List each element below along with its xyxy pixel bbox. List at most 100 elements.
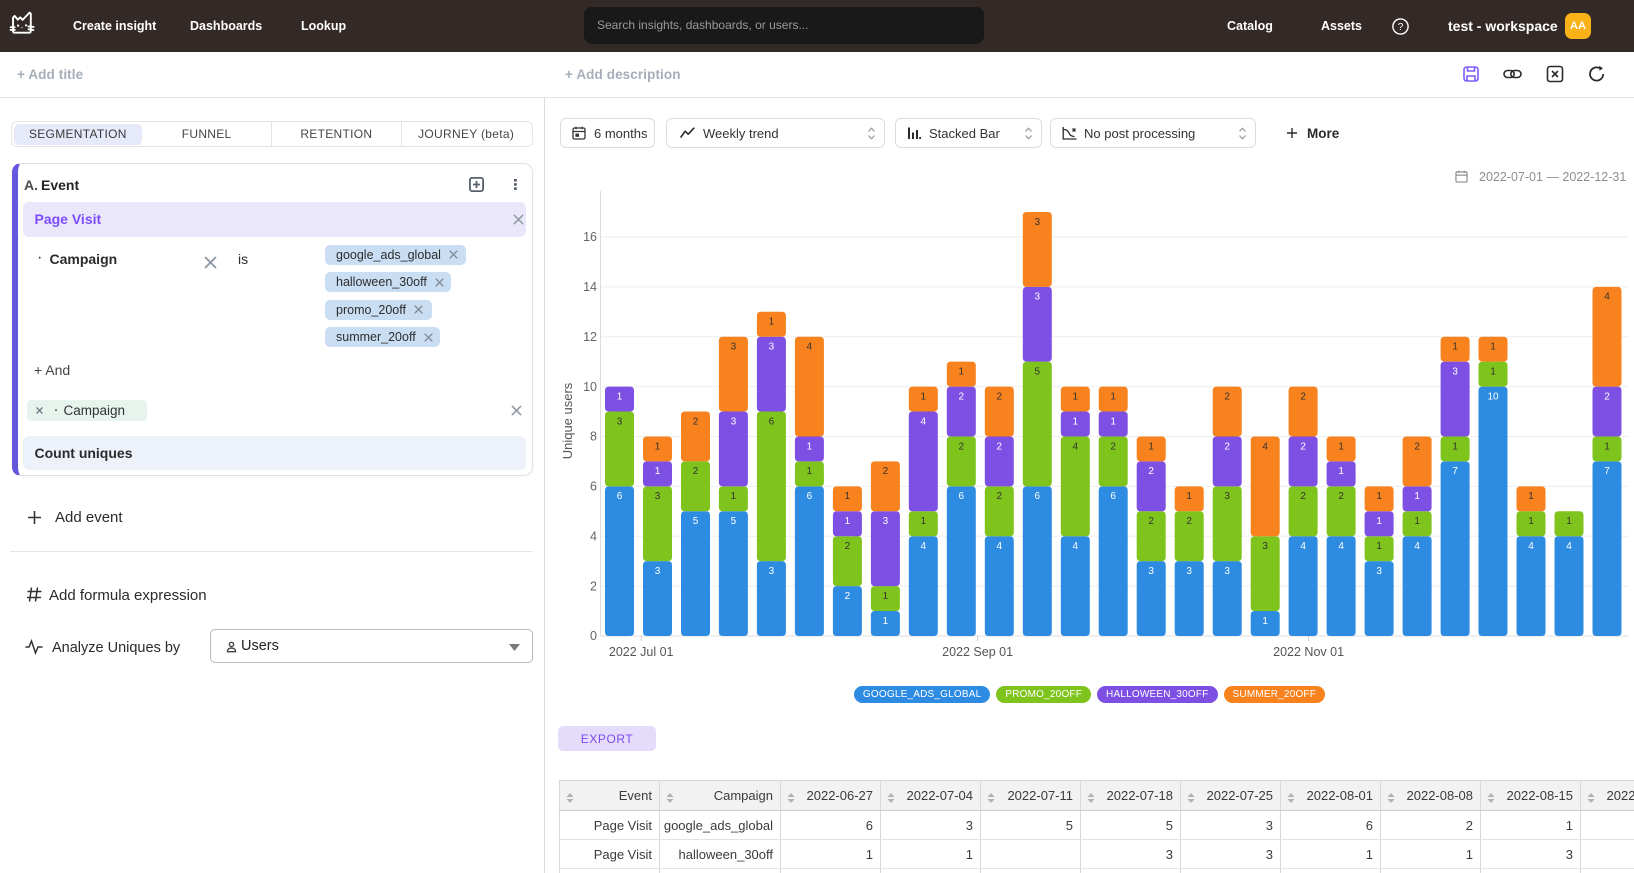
svg-text:4: 4 <box>997 541 1003 552</box>
svg-text:1: 1 <box>1148 441 1154 452</box>
svg-text:1: 1 <box>1376 541 1382 552</box>
svg-text:2: 2 <box>1224 391 1230 402</box>
svg-text:3: 3 <box>731 416 737 427</box>
svg-text:5: 5 <box>1035 367 1041 378</box>
svg-text:2022 Sep 01: 2022 Sep 01 <box>942 645 1013 659</box>
svg-text:1: 1 <box>1073 416 1079 427</box>
svg-text:2: 2 <box>693 416 699 427</box>
svg-text:1: 1 <box>1338 466 1344 477</box>
svg-text:2: 2 <box>883 466 889 477</box>
svg-text:6: 6 <box>590 480 597 494</box>
svg-text:1: 1 <box>1452 441 1458 452</box>
svg-text:2: 2 <box>1148 516 1154 527</box>
svg-text:2: 2 <box>1604 391 1610 402</box>
svg-text:2: 2 <box>997 391 1003 402</box>
svg-text:6: 6 <box>617 491 623 502</box>
svg-text:2: 2 <box>1186 516 1192 527</box>
svg-text:10: 10 <box>1487 391 1499 402</box>
svg-text:4: 4 <box>1528 541 1534 552</box>
svg-text:2: 2 <box>693 466 699 477</box>
svg-text:3: 3 <box>1148 566 1154 577</box>
svg-text:1: 1 <box>1110 391 1116 402</box>
svg-text:3: 3 <box>769 342 775 353</box>
svg-text:2: 2 <box>1148 466 1154 477</box>
svg-text:1: 1 <box>731 491 737 502</box>
svg-text:1: 1 <box>959 367 965 378</box>
svg-text:14: 14 <box>583 280 597 294</box>
svg-text:1: 1 <box>1414 491 1420 502</box>
svg-text:1: 1 <box>883 591 889 602</box>
svg-text:4: 4 <box>1073 441 1079 452</box>
svg-text:3: 3 <box>883 516 889 527</box>
svg-text:1: 1 <box>1376 516 1382 527</box>
svg-text:5: 5 <box>731 516 737 527</box>
svg-text:4: 4 <box>590 529 597 543</box>
svg-text:6: 6 <box>959 491 965 502</box>
svg-text:2: 2 <box>997 441 1003 452</box>
svg-text:1: 1 <box>883 616 889 627</box>
svg-text:2: 2 <box>1110 441 1116 452</box>
svg-text:3: 3 <box>1035 292 1041 303</box>
svg-text:2: 2 <box>590 579 597 593</box>
svg-text:1: 1 <box>807 466 813 477</box>
svg-text:3: 3 <box>1262 541 1268 552</box>
svg-text:1: 1 <box>1490 342 1496 353</box>
svg-text:1: 1 <box>1262 616 1268 627</box>
svg-text:1: 1 <box>655 466 661 477</box>
svg-text:1: 1 <box>769 317 775 328</box>
svg-text:4: 4 <box>1338 541 1344 552</box>
svg-text:2: 2 <box>845 541 851 552</box>
svg-text:1: 1 <box>1566 516 1572 527</box>
svg-text:3: 3 <box>1224 491 1230 502</box>
svg-text:Unique users: Unique users <box>560 382 575 459</box>
svg-text:1: 1 <box>1414 516 1420 527</box>
svg-text:2: 2 <box>1300 391 1306 402</box>
svg-text:3: 3 <box>655 566 661 577</box>
svg-text:2: 2 <box>1224 441 1230 452</box>
svg-text:4: 4 <box>1073 541 1079 552</box>
svg-text:3: 3 <box>655 491 661 502</box>
svg-text:3: 3 <box>731 342 737 353</box>
svg-text:1: 1 <box>921 391 927 402</box>
svg-text:6: 6 <box>769 416 775 427</box>
svg-text:3: 3 <box>617 416 623 427</box>
svg-text:1: 1 <box>1376 491 1382 502</box>
svg-text:1: 1 <box>845 516 851 527</box>
svg-text:6: 6 <box>807 491 813 502</box>
svg-text:1: 1 <box>655 441 661 452</box>
svg-text:3: 3 <box>1224 566 1230 577</box>
svg-text:6: 6 <box>1035 491 1041 502</box>
svg-text:4: 4 <box>921 541 927 552</box>
svg-text:4: 4 <box>1262 441 1268 452</box>
svg-text:1: 1 <box>1186 491 1192 502</box>
svg-text:2022 Nov 01: 2022 Nov 01 <box>1273 645 1344 659</box>
svg-text:4: 4 <box>921 416 927 427</box>
svg-text:10: 10 <box>583 380 597 394</box>
svg-text:2: 2 <box>997 491 1003 502</box>
svg-text:4: 4 <box>807 342 813 353</box>
svg-text:3: 3 <box>1035 217 1041 228</box>
svg-text:16: 16 <box>583 230 597 244</box>
svg-text:3: 3 <box>1186 566 1192 577</box>
svg-text:2: 2 <box>1300 491 1306 502</box>
svg-text:3: 3 <box>1452 367 1458 378</box>
svg-text:1: 1 <box>1528 491 1534 502</box>
svg-text:3: 3 <box>769 566 775 577</box>
svg-text:1: 1 <box>807 441 813 452</box>
svg-text:?: ? <box>1398 22 1404 33</box>
svg-text:2: 2 <box>845 591 851 602</box>
svg-text:3: 3 <box>1376 566 1382 577</box>
svg-text:1: 1 <box>1528 516 1534 527</box>
svg-text:8: 8 <box>590 430 597 444</box>
svg-text:1: 1 <box>617 391 623 402</box>
svg-text:7: 7 <box>1604 466 1610 477</box>
svg-text:1: 1 <box>1110 416 1116 427</box>
svg-text:1: 1 <box>1490 367 1496 378</box>
svg-text:5: 5 <box>693 516 699 527</box>
svg-text:2: 2 <box>1414 441 1420 452</box>
svg-text:1: 1 <box>1338 441 1344 452</box>
svg-text:0: 0 <box>590 629 597 643</box>
svg-text:4: 4 <box>1300 541 1306 552</box>
svg-text:1: 1 <box>845 491 851 502</box>
svg-text:1: 1 <box>1073 391 1079 402</box>
